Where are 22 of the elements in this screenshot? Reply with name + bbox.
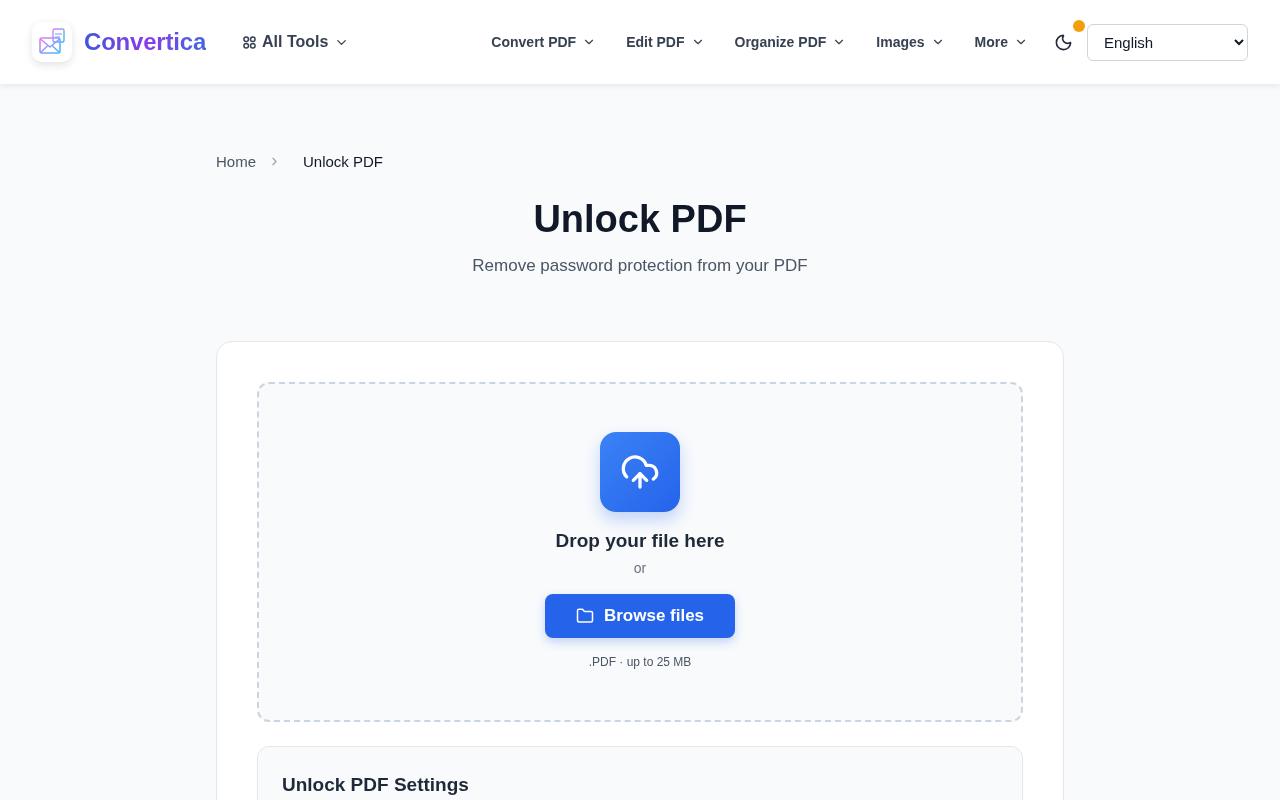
browse-files-button[interactable]: Browse files [545,594,735,638]
drop-zone-heading: Drop your file here [555,529,725,553]
settings-title: Unlock PDF Settings [282,773,470,797]
nav-dropdown-button[interactable]: Images [876,34,945,50]
nav-dropdown-button[interactable]: More [974,34,1028,50]
separator-text: or [633,559,647,578]
nav-dropdown-button[interactable]: All Tools [243,33,350,51]
cloud-upload-icon [600,432,680,512]
page-title: Unlock PDF [532,197,748,242]
nav-dropdown-button[interactable]: Organize PDF [734,34,847,50]
nav-dropdown-button[interactable]: Edit PDF [626,34,705,50]
file-limit-hint: .PDF · up to 25 MB [588,654,692,670]
breadcrumb-link[interactable]: Home [216,152,256,170]
grid-icon [243,35,257,49]
language-select[interactable]: English [1087,23,1248,61]
moon-icon[interactable] [1054,32,1073,52]
status-dot-icon [1073,19,1085,32]
nav-dropdown-button[interactable]: Convert PDF [491,34,597,50]
breadcrumb-current-page: Unlock PDF [303,152,384,170]
file-drop-zone[interactable]: Drop your file here or Browse files .PDF · up to 25 MB [257,382,1023,722]
folder-icon [575,607,594,625]
page-subtitle: Remove password protection from your PDF [471,255,809,277]
